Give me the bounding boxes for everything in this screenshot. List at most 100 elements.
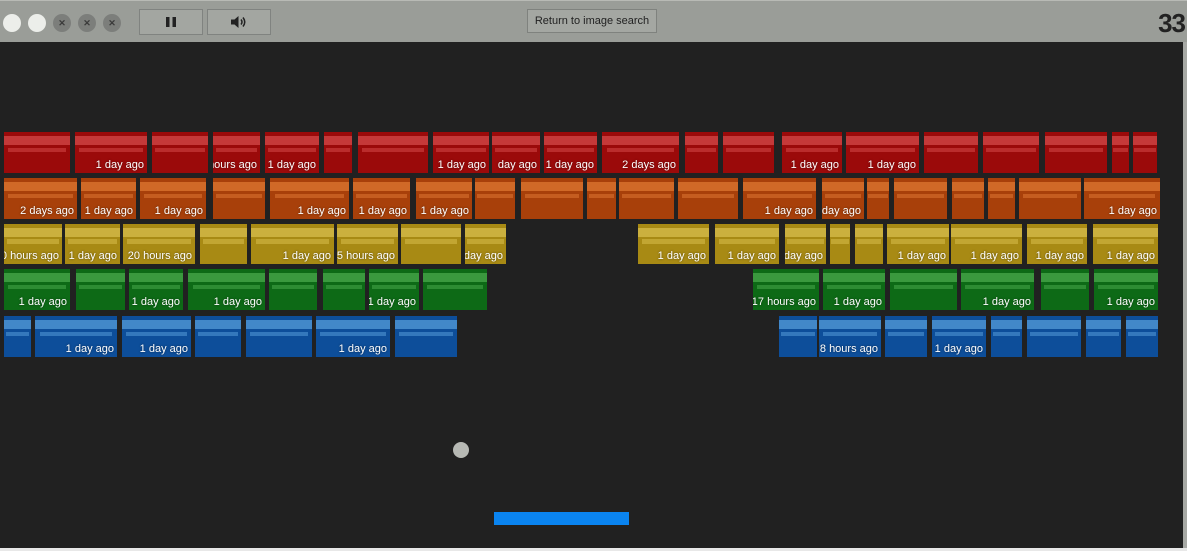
image-brick[interactable]: 1 day ago bbox=[782, 132, 842, 173]
image-brick[interactable]: 1 day ago bbox=[65, 224, 120, 264]
image-brick[interactable]: 1 day ago bbox=[265, 132, 319, 173]
image-brick[interactable] bbox=[1027, 316, 1081, 357]
image-brick[interactable] bbox=[423, 269, 487, 310]
image-brick[interactable]: 1 day ago bbox=[369, 269, 419, 310]
image-brick[interactable]: 1 day ago bbox=[846, 132, 919, 173]
image-brick[interactable] bbox=[1126, 316, 1158, 357]
image-brick[interactable]: 1 day ago bbox=[129, 269, 183, 310]
thumbnail-detail bbox=[251, 228, 334, 237]
image-brick[interactable]: 20 hours ago bbox=[123, 224, 195, 264]
image-brick[interactable] bbox=[4, 132, 70, 173]
image-brick[interactable] bbox=[587, 178, 616, 219]
image-brick[interactable] bbox=[1133, 132, 1157, 173]
image-brick[interactable]: 1 day ago bbox=[1084, 178, 1160, 219]
image-brick[interactable] bbox=[678, 178, 738, 219]
image-brick[interactable]: 1 day ago bbox=[188, 269, 265, 310]
image-brick[interactable]: 1 day ago bbox=[140, 178, 206, 219]
image-brick[interactable]: 1 day ago bbox=[1094, 269, 1158, 310]
image-brick[interactable]: 1 day ago bbox=[743, 178, 816, 219]
image-brick[interactable] bbox=[779, 316, 817, 357]
image-brick[interactable]: 1 day ago bbox=[1027, 224, 1087, 264]
image-brick[interactable] bbox=[830, 224, 850, 264]
return-to-image-search-button[interactable]: Return to image search bbox=[527, 9, 657, 33]
image-brick[interactable]: day ago bbox=[785, 224, 826, 264]
image-brick[interactable]: 1 day ago bbox=[638, 224, 709, 264]
image-brick[interactable] bbox=[1086, 316, 1121, 357]
thumbnail-detail bbox=[1097, 284, 1155, 290]
thumbnail-detail bbox=[894, 182, 947, 192]
image-brick[interactable] bbox=[358, 132, 428, 173]
image-brick[interactable]: 1 day ago bbox=[81, 178, 136, 219]
image-brick[interactable]: 0 hours ago bbox=[4, 224, 62, 264]
image-brick[interactable]: 1 day ago bbox=[416, 178, 472, 219]
image-brick[interactable] bbox=[475, 178, 515, 219]
image-brick[interactable]: 1 day ago bbox=[316, 316, 390, 357]
image-brick[interactable] bbox=[269, 269, 317, 310]
close-icon[interactable]: ✕ bbox=[53, 14, 71, 32]
image-brick[interactable] bbox=[885, 316, 927, 357]
image-brick[interactable] bbox=[195, 316, 241, 357]
image-brick[interactable] bbox=[685, 132, 718, 173]
image-brick[interactable] bbox=[924, 132, 978, 173]
image-brick[interactable] bbox=[988, 178, 1015, 219]
image-brick[interactable]: 1 day ago bbox=[122, 316, 191, 357]
image-brick[interactable]: day ago bbox=[822, 178, 864, 219]
image-brick[interactable] bbox=[1112, 132, 1129, 173]
image-brick[interactable]: 8 hours ago bbox=[819, 316, 881, 357]
image-brick[interactable] bbox=[246, 316, 312, 357]
image-brick[interactable]: 1 day ago bbox=[4, 269, 70, 310]
image-brick[interactable] bbox=[867, 178, 889, 219]
image-brick[interactable] bbox=[890, 269, 957, 310]
image-brick[interactable] bbox=[1041, 269, 1089, 310]
image-brick[interactable]: 17 hours ago bbox=[753, 269, 819, 310]
image-brick[interactable]: 1 day ago bbox=[433, 132, 489, 173]
image-brick[interactable]: 1 day ago bbox=[715, 224, 779, 264]
image-brick[interactable] bbox=[894, 178, 947, 219]
image-brick[interactable] bbox=[4, 316, 31, 357]
game-area[interactable]: 1 day ago hours ago 1 day ago 1 day ago day … bbox=[0, 42, 1183, 548]
image-brick[interactable]: 5 hours ago bbox=[337, 224, 398, 264]
image-brick[interactable]: 1 day ago bbox=[35, 316, 117, 357]
image-brick[interactable] bbox=[324, 132, 352, 173]
image-brick[interactable] bbox=[991, 316, 1022, 357]
image-brick[interactable]: 1 day ago bbox=[75, 132, 147, 173]
image-brick[interactable]: 1 day ago bbox=[1093, 224, 1158, 264]
circle-icon[interactable] bbox=[28, 14, 46, 32]
image-brick[interactable]: 1 day ago bbox=[353, 178, 410, 219]
image-brick[interactable]: 1 day ago bbox=[932, 316, 986, 357]
image-brick[interactable] bbox=[395, 316, 457, 357]
image-brick[interactable] bbox=[1019, 178, 1081, 219]
image-brick[interactable]: 1 day ago bbox=[544, 132, 597, 173]
image-brick[interactable] bbox=[1045, 132, 1107, 173]
image-brick[interactable] bbox=[401, 224, 461, 264]
close-icon[interactable]: ✕ bbox=[103, 14, 121, 32]
sound-button[interactable] bbox=[207, 9, 271, 35]
image-brick[interactable] bbox=[983, 132, 1039, 173]
pause-button[interactable] bbox=[139, 9, 203, 35]
image-brick[interactable] bbox=[521, 178, 583, 219]
close-icon[interactable]: ✕ bbox=[78, 14, 96, 32]
image-brick[interactable]: 2 days ago bbox=[4, 178, 77, 219]
image-brick[interactable] bbox=[200, 224, 247, 264]
image-brick[interactable] bbox=[76, 269, 125, 310]
image-brick[interactable] bbox=[152, 132, 208, 173]
image-brick[interactable]: 1 day ago bbox=[823, 269, 885, 310]
image-brick[interactable] bbox=[855, 224, 883, 264]
circle-icon[interactable] bbox=[3, 14, 21, 32]
image-brick[interactable]: 2 days ago bbox=[602, 132, 679, 173]
thumbnail-detail bbox=[202, 239, 245, 244]
image-brick[interactable] bbox=[213, 178, 265, 219]
image-brick[interactable]: 1 day ago bbox=[961, 269, 1034, 310]
image-brick[interactable] bbox=[952, 178, 984, 219]
image-brick[interactable] bbox=[723, 132, 774, 173]
image-brick[interactable]: day ago bbox=[465, 224, 506, 264]
image-brick[interactable] bbox=[323, 269, 365, 310]
image-brick[interactable]: 1 day ago bbox=[270, 178, 349, 219]
image-brick[interactable]: hours ago bbox=[213, 132, 260, 173]
image-brick[interactable]: 1 day ago bbox=[951, 224, 1022, 264]
paddle[interactable] bbox=[494, 512, 629, 525]
image-brick[interactable]: 1 day ago bbox=[251, 224, 334, 264]
image-brick[interactable]: 1 day ago bbox=[887, 224, 949, 264]
image-brick[interactable] bbox=[619, 178, 674, 219]
image-brick[interactable]: day ago bbox=[492, 132, 540, 173]
